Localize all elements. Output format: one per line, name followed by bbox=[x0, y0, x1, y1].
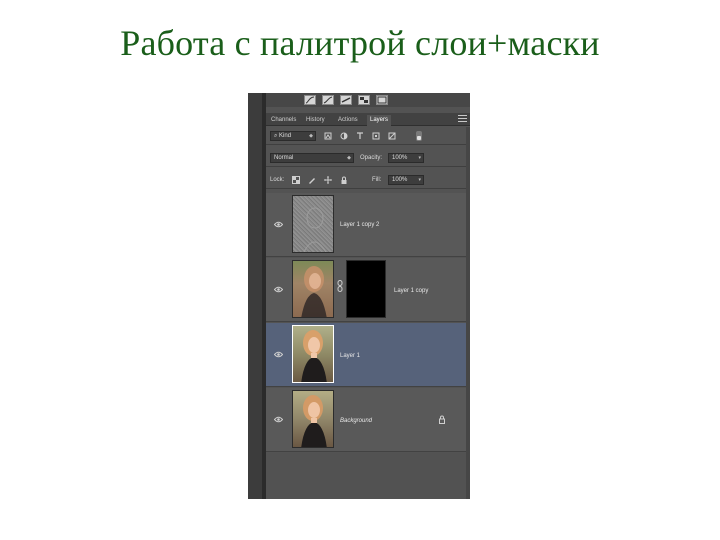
layers-panel: Channels History Actions Layers ⌕ Kind ◆ … bbox=[266, 93, 470, 499]
layer-row-layer-1-copy-2[interactable]: Layer 1 copy 2 bbox=[266, 193, 470, 257]
left-strip bbox=[248, 93, 266, 499]
curves-icon[interactable] bbox=[304, 95, 316, 105]
panel-scrollbar[interactable] bbox=[466, 127, 470, 499]
smart-object-filter-icon[interactable] bbox=[388, 132, 396, 140]
layer-lock-icon[interactable] bbox=[438, 415, 446, 424]
tab-channels[interactable]: Channels bbox=[268, 115, 299, 126]
layer-thumbnail[interactable] bbox=[292, 260, 334, 318]
layer-name: Layer 1 copy bbox=[394, 288, 429, 294]
shape-filter-icon[interactable] bbox=[372, 132, 380, 140]
filter-kind-dropdown[interactable]: ⌕ Kind ◆ bbox=[270, 131, 316, 141]
fill-label: Fill: bbox=[372, 177, 382, 183]
layer-row-background[interactable]: Background bbox=[266, 388, 470, 452]
lock-position-icon[interactable] bbox=[324, 176, 332, 184]
panel-empty-area bbox=[266, 453, 470, 499]
type-filter-icon[interactable] bbox=[356, 132, 364, 140]
blend-row: Normal ◆ Opacity: 100% ▾ bbox=[266, 149, 470, 167]
filter-row: ⌕ Kind ◆ bbox=[266, 127, 470, 145]
mask-link-icon[interactable] bbox=[337, 280, 343, 292]
selective-color-icon[interactable] bbox=[358, 95, 370, 105]
lock-label: Lock: bbox=[270, 177, 285, 183]
curves-icon[interactable] bbox=[322, 95, 334, 105]
fill-field[interactable]: 100% ▾ bbox=[388, 175, 424, 185]
layer-thumbnail[interactable] bbox=[292, 195, 334, 253]
tab-history[interactable]: History bbox=[303, 115, 328, 126]
visibility-eye-icon[interactable] bbox=[274, 221, 283, 228]
lock-all-icon[interactable] bbox=[340, 176, 348, 184]
visibility-eye-icon[interactable] bbox=[274, 286, 283, 293]
tab-layers[interactable]: Layers bbox=[367, 115, 392, 126]
lock-row: Lock: Fill: 100% ▾ bbox=[266, 171, 470, 189]
visibility-eye-icon[interactable] bbox=[274, 416, 283, 423]
layer-row-layer-1[interactable]: Layer 1 bbox=[266, 323, 470, 387]
photo-filter-icon[interactable] bbox=[376, 95, 388, 105]
layer-thumbnail[interactable] bbox=[292, 325, 334, 383]
lock-transparent-icon[interactable] bbox=[292, 176, 300, 184]
panel-menu-icon[interactable] bbox=[458, 115, 467, 123]
blend-mode-dropdown[interactable]: Normal ◆ bbox=[270, 153, 354, 163]
layer-name: Layer 1 copy 2 bbox=[340, 222, 380, 228]
adjustment-filter-icon[interactable] bbox=[340, 132, 348, 140]
lock-image-icon[interactable] bbox=[308, 176, 316, 184]
layer-thumbnail[interactable] bbox=[292, 390, 334, 448]
opacity-field[interactable]: 100% ▾ bbox=[388, 153, 424, 163]
layer-name: Layer 1 bbox=[340, 353, 361, 359]
visibility-eye-icon[interactable] bbox=[274, 351, 283, 358]
layer-name: Background bbox=[340, 418, 373, 424]
pixel-filter-icon[interactable] bbox=[324, 132, 332, 140]
gradient-map-icon[interactable] bbox=[340, 95, 352, 105]
adjustments-icon-row bbox=[266, 93, 470, 107]
layer-row-layer-1-copy[interactable]: Layer 1 copy bbox=[266, 258, 470, 322]
photoshop-layers-screenshot: Channels History Actions Layers ⌕ Kind ◆ … bbox=[248, 93, 470, 499]
layer-mask-thumbnail[interactable] bbox=[346, 260, 386, 318]
slide-title: Работа с палитрой слои+маски bbox=[120, 23, 600, 63]
filter-toggle-icon[interactable] bbox=[416, 131, 422, 141]
tab-actions[interactable]: Actions bbox=[335, 115, 361, 126]
panel-tab-bar: Channels History Actions Layers bbox=[266, 113, 470, 126]
opacity-label: Opacity: bbox=[360, 155, 383, 161]
